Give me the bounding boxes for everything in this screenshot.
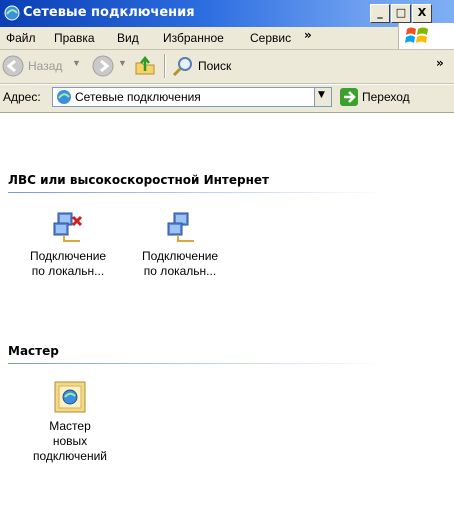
close-button[interactable]: X — [412, 4, 432, 23]
menu-favorites[interactable]: Избранное — [163, 31, 224, 45]
back-dropdown-icon[interactable]: ▼ — [72, 58, 81, 68]
lan-connection-disconnected-icon — [53, 212, 83, 242]
group-title-lan: ЛВС или высокоскоростной Интернет — [8, 173, 269, 187]
address-bar: Адрес: Сетевые подключения ▼ Переход — [0, 84, 454, 113]
menu-view[interactable]: Вид — [117, 31, 139, 45]
menu-bar: Файл Правка Вид Избранное Сервис » — [0, 27, 454, 50]
window-title: Сетевые подключения — [23, 5, 195, 20]
go-button[interactable]: Переход — [340, 87, 454, 109]
connection-label-line2: по локальн... — [31, 264, 105, 278]
maximize-button[interactable]: □ — [391, 4, 411, 23]
search-button[interactable]: Поиск — [172, 55, 252, 79]
connection-label-line1: Подключение — [142, 249, 219, 263]
content-pane: ЛВС или высокоскоростной Интернет Подклю… — [0, 113, 454, 463]
wizard-label-line3: подключений — [33, 449, 107, 463]
toolbar-overflow-chevron[interactable]: » — [436, 56, 444, 70]
connection-label-line1: Подключение — [30, 249, 107, 263]
group-divider — [8, 192, 384, 193]
network-connections-icon — [4, 5, 20, 21]
menu-edit[interactable]: Правка — [54, 31, 95, 45]
address-label: Адрес: — [3, 90, 41, 104]
network-connections-small-icon — [57, 90, 71, 104]
up-folder-icon[interactable] — [134, 55, 156, 77]
connection-item-1[interactable]: Подключение по локальн... — [30, 209, 106, 279]
wizard-label-line2: новых — [52, 434, 88, 448]
lan-connection-icon — [167, 212, 194, 242]
forward-button[interactable]: ▼ — [92, 55, 128, 79]
standard-toolbar: Назад ▼ ▼ Поиск » — [0, 50, 454, 84]
windows-logo — [398, 23, 454, 49]
chevron-down-icon: ▼ — [318, 90, 325, 100]
menu-file[interactable]: Файл — [6, 31, 36, 45]
menu-tools[interactable]: Сервис — [250, 31, 291, 45]
minimize-button[interactable]: _ — [370, 4, 390, 23]
windows-flag-icon — [405, 27, 428, 43]
search-label: Поиск — [198, 59, 232, 73]
back-label: Назад — [28, 59, 63, 73]
go-label: Переход — [362, 90, 410, 104]
group-title-wizard: Мастер — [8, 344, 59, 358]
wizard-label-line1: Мастер — [49, 419, 91, 433]
wizard-icon — [54, 381, 86, 413]
go-arrow-icon — [340, 88, 358, 106]
address-field[interactable]: Сетевые подключения ▼ — [52, 87, 332, 107]
forward-arrow-icon — [92, 55, 114, 77]
address-dropdown-button[interactable]: ▼ — [314, 88, 331, 106]
back-button[interactable]: Назад ▼ — [2, 55, 86, 79]
connection-label-line2: по локальн... — [143, 264, 217, 278]
search-icon — [172, 57, 192, 77]
forward-dropdown-icon[interactable]: ▼ — [118, 58, 127, 68]
group-divider — [8, 363, 384, 364]
address-value: Сетевые подключения — [75, 90, 201, 104]
new-connection-wizard-item[interactable]: Мастер новых подключений — [25, 379, 115, 464]
connection-item-2[interactable]: Подключение по локальн... — [142, 209, 218, 279]
explorer-window: Сетевые подключения _ □ X Файл Правка Ви… — [0, 0, 454, 505]
menu-overflow-chevron[interactable]: » — [304, 28, 312, 42]
back-arrow-icon — [2, 55, 24, 77]
toolbar-separator — [164, 54, 166, 78]
title-bar[interactable]: Сетевые подключения _ □ X — [0, 0, 454, 27]
